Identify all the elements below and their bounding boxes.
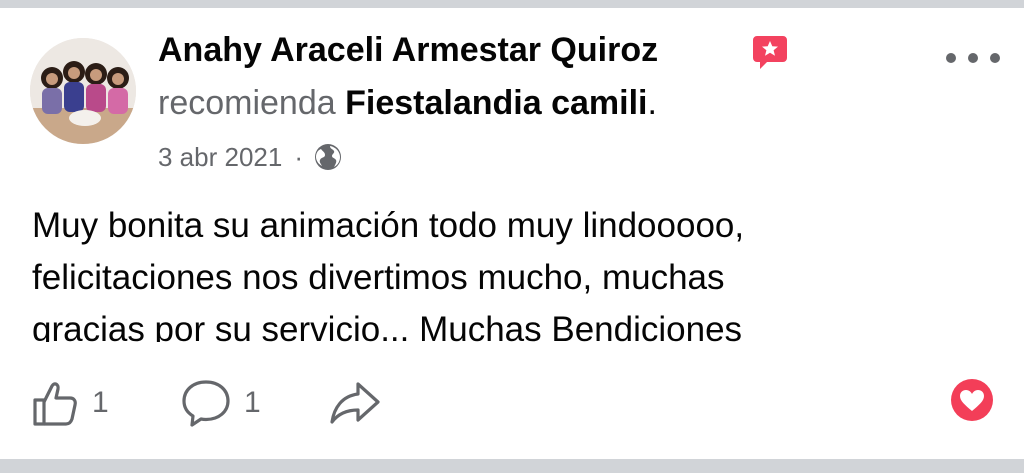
post-text-line: felicitaciones nos divertimos mucho, muc… [32,258,725,297]
period: . [647,84,657,122]
post-text-line: gracias por su servicio... Muchas Bendic… [32,310,743,342]
meta-separator: · [294,142,303,172]
post-text-line: Muy bonita su animación todo muy lindooo… [32,206,745,245]
heart-reaction-icon[interactable] [950,378,994,422]
recommend-verb: recomienda [158,84,336,122]
action-bar: 1 1 [30,378,1000,428]
like-count: 1 [92,386,109,419]
like-button[interactable]: 1 [30,378,109,428]
globe-icon [313,142,343,172]
recommendation-badge-icon [751,33,789,71]
comment-count: 1 [244,386,261,419]
share-icon [330,382,380,424]
more-dot-icon [990,53,1000,63]
post-meta: 3 abr 2021 · [158,140,343,174]
top-divider [0,0,1024,8]
bottom-divider [0,459,1024,473]
avatar-image [30,38,136,144]
comment-icon [182,380,230,427]
avatar[interactable] [30,38,136,144]
share-button[interactable] [328,378,382,428]
post-date[interactable]: 3 abr 2021 [158,140,282,174]
more-dot-icon [946,53,956,63]
recommendation-line: recomienda Fiestalandia camili. [158,82,657,124]
more-dot-icon [968,53,978,63]
more-options-button[interactable] [946,46,1000,70]
thumbs-up-icon [33,382,77,426]
page-name-link[interactable]: Fiestalandia camili [345,84,647,122]
author-name[interactable]: Anahy Araceli Armestar Quiroz [158,30,658,70]
post-body: Muy bonita su animación todo muy lindooo… [32,200,992,342]
comment-button[interactable]: 1 [180,378,261,428]
